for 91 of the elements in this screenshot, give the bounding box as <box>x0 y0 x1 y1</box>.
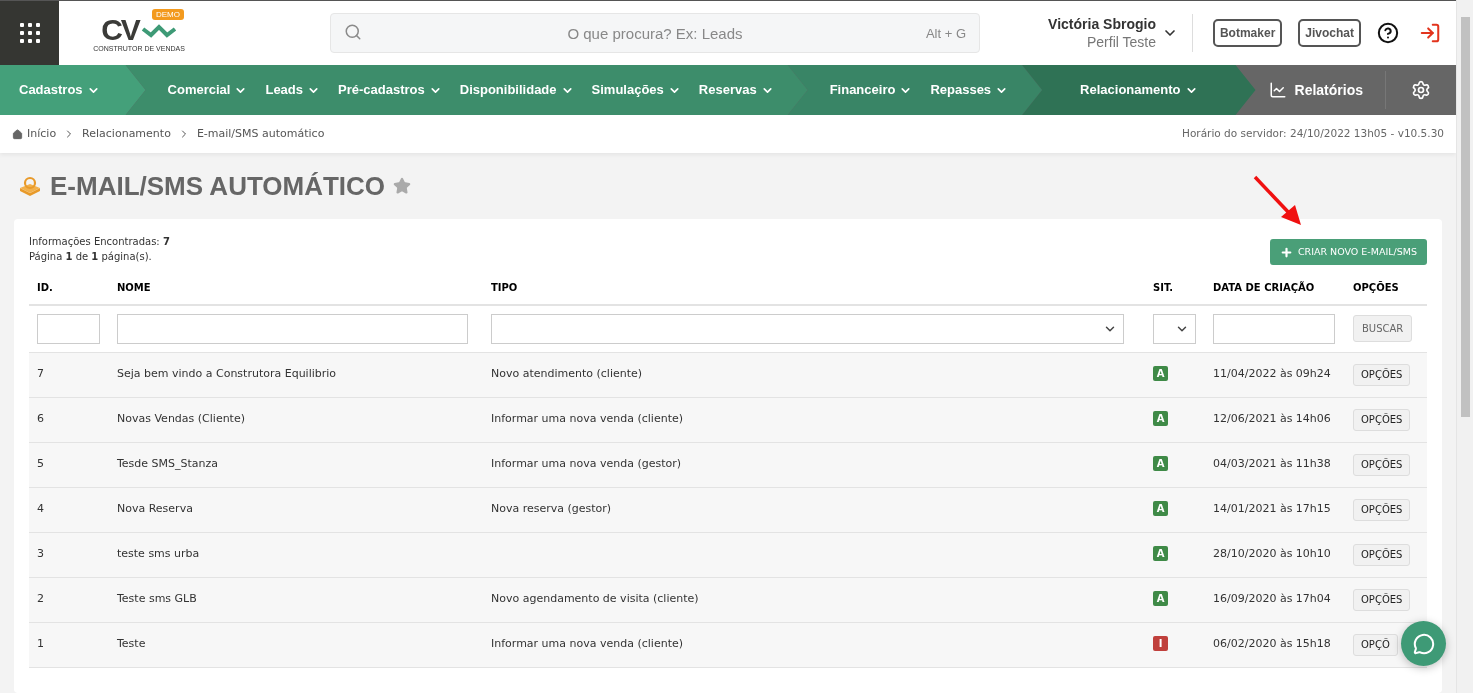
options-button[interactable]: OPÇÕES <box>1353 453 1411 476</box>
star-icon[interactable] <box>393 177 412 195</box>
table-cell: 28/10/2020 às 10h10 <box>1213 547 1331 561</box>
search-button[interactable]: BUSCAR <box>1353 315 1413 343</box>
user-profile: Perfil Teste <box>1086 33 1156 51</box>
type-filter-select[interactable] <box>491 313 1124 344</box>
table-cell: Teste <box>117 637 146 651</box>
nav-menu-item[interactable]: Reservas <box>698 80 774 100</box>
breadcrumb-link[interactable]: Início <box>27 125 57 143</box>
results-count: Informações Encontradas: 7 <box>29 235 170 249</box>
table-cell: 6 <box>37 412 44 426</box>
table-cell: 04/03/2021 às 11h38 <box>1213 457 1331 471</box>
home-icon <box>12 128 23 140</box>
nav-menu-item[interactable]: Repasses <box>930 80 1009 100</box>
user-name: Victória Sbrogio <box>1048 15 1156 33</box>
demo-badge: DEMO <box>152 9 184 20</box>
options-button[interactable]: OPÇÕES <box>1353 363 1411 386</box>
logout-icon[interactable] <box>1419 22 1441 44</box>
plus-icon <box>1279 245 1293 259</box>
options-button[interactable]: OPÇÕES <box>1353 408 1411 431</box>
nav-menu-item[interactable]: Pré-cadastros <box>338 80 442 100</box>
nav-menu-item[interactable]: Simulações <box>591 80 681 100</box>
options-button[interactable]: OPÇÕES <box>1353 498 1411 521</box>
date-filter-field[interactable] <box>1213 313 1335 344</box>
table-cell: 12/06/2021 às 14h06 <box>1213 412 1331 426</box>
server-time: Horário do servidor: 24/10/2022 13h05 - v10.5.30 <box>1182 126 1444 142</box>
table-cell: 1 <box>37 637 44 651</box>
table-cell: Nova Reserva <box>117 502 193 516</box>
status-badge: A <box>1153 411 1168 427</box>
table-cell: 2 <box>37 592 44 606</box>
column-header: SIT. <box>1153 282 1174 293</box>
name-filter-field[interactable] <box>117 313 468 344</box>
id-filter-field[interactable] <box>37 313 100 344</box>
table-cell: Seja bem vindo a Construtora Equilibrio <box>117 367 337 381</box>
options-button[interactable]: OPÇÕES <box>1353 588 1411 611</box>
grid-icon <box>18 22 41 44</box>
scrollbar[interactable] <box>1456 0 1473 693</box>
annotation-arrow <box>1253 175 1303 227</box>
table-cell: Novo atendimento (cliente) <box>491 367 643 381</box>
table-cell: 16/09/2020 às 17h04 <box>1213 592 1331 606</box>
table-cell: Informar uma nova venda (gestor) <box>491 457 682 471</box>
chat-icon <box>1412 632 1435 655</box>
integration-button[interactable]: Jivochat <box>1298 19 1361 47</box>
integration-button[interactable]: Botmaker <box>1212 19 1283 47</box>
table-cell: 5 <box>37 457 44 471</box>
column-header: NOME <box>117 282 151 293</box>
page-count: Página 1 de 1 página(s). <box>29 250 153 264</box>
table-cell: teste sms urba <box>117 547 200 561</box>
table-cell: Nova reserva (gestor) <box>491 502 612 516</box>
table-cell: 06/02/2020 às 15h18 <box>1213 637 1331 651</box>
table-cell: 11/04/2022 às 09h24 <box>1213 367 1331 381</box>
status-badge: A <box>1153 456 1168 472</box>
table-cell: Novas Vendas (Cliente) <box>117 412 245 426</box>
apps-menu-button[interactable] <box>0 1 59 65</box>
status-filter-select[interactable] <box>1153 313 1196 344</box>
nav-menu-item[interactable]: Comercial <box>167 80 248 100</box>
status-badge: A <box>1153 546 1168 562</box>
table-cell: Informar uma nova venda (cliente) <box>491 412 684 426</box>
breadcrumb-link[interactable]: Relacionamento <box>82 125 171 143</box>
table-cell: 14/01/2021 às 17h15 <box>1213 502 1331 516</box>
column-header: ID. <box>37 282 53 293</box>
status-badge: A <box>1153 591 1168 607</box>
search-icon <box>344 23 362 41</box>
column-header: TIPO <box>491 282 518 293</box>
nav-menu-item[interactable]: Financeiro <box>829 80 913 100</box>
box-gear-icon <box>18 175 42 197</box>
status-badge: A <box>1153 501 1168 517</box>
reports-link[interactable]: Relatórios <box>1268 79 1385 101</box>
settings-icon[interactable] <box>1411 80 1431 100</box>
options-button[interactable]: OPÇÕ <box>1353 633 1398 656</box>
column-header: OPÇÕES <box>1353 282 1399 293</box>
table-cell: Novo agendamento de visita (cliente) <box>491 592 699 606</box>
table-cell: Tesde SMS_Stanza <box>117 457 219 471</box>
status-badge: I <box>1153 636 1168 652</box>
line-chart-icon <box>1268 81 1287 99</box>
options-button[interactable]: OPÇÕES <box>1353 543 1411 566</box>
page-title: E-MAIL/SMS AUTOMÁTICO <box>50 169 386 203</box>
table-cell: 4 <box>37 502 44 516</box>
table-cell: 3 <box>37 547 44 561</box>
help-icon[interactable] <box>1377 22 1399 44</box>
status-badge: A <box>1153 366 1168 382</box>
table-cell: 7 <box>37 367 44 381</box>
breadcrumb-link[interactable]: E-mail/SMS automático <box>196 125 325 143</box>
nav-menu-item[interactable]: Relacionamento <box>1080 80 1198 100</box>
shortcut-hint: Alt + G <box>925 25 966 43</box>
table-cell: Informar uma nova venda (cliente) <box>491 637 684 651</box>
logo-text[interactable]: CV <box>101 14 139 45</box>
column-header: DATA DE CRIAÇÃO <box>1213 282 1315 293</box>
table-cell: Teste sms GLB <box>117 592 197 606</box>
nav-menu-item[interactable]: Leads <box>265 80 321 100</box>
nav-menu-item[interactable]: Disponibilidade <box>459 80 574 100</box>
